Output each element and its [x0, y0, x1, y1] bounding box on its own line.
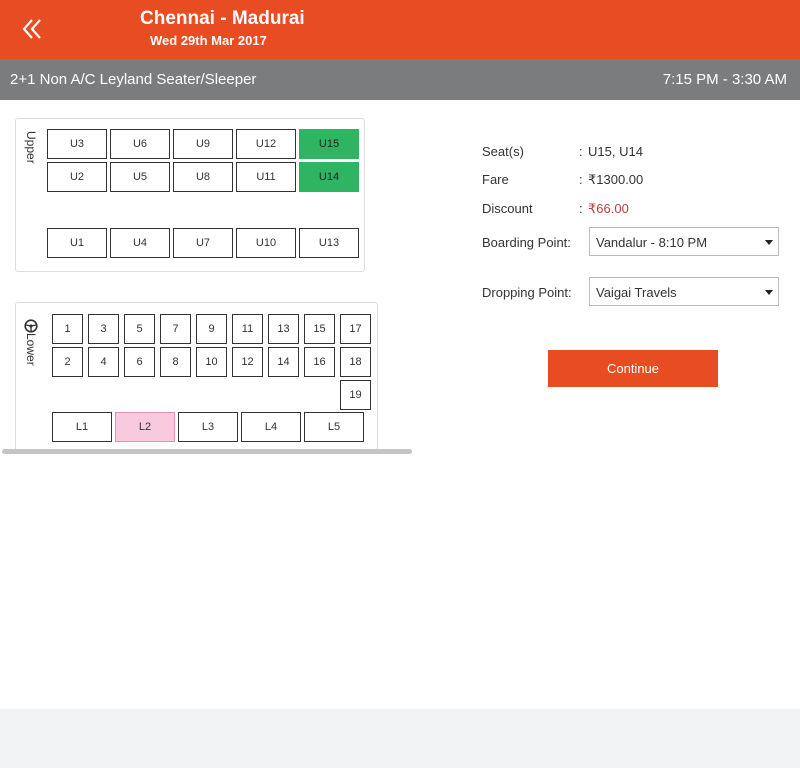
seat-11[interactable]: 11	[232, 314, 263, 344]
continue-button[interactable]: Continue	[548, 350, 718, 387]
journey-date: Wed 29th Mar 2017	[150, 33, 267, 48]
upper-deck: Upper U3 U6 U9 U12 U15 U2 U5 U8 U11 U14 …	[15, 118, 365, 272]
fare-colon: :	[579, 172, 583, 187]
fare-value: ₹1300.00	[588, 172, 644, 187]
seat-u12[interactable]: U12	[236, 129, 296, 159]
seat-u8[interactable]: U8	[173, 162, 233, 192]
seat-15[interactable]: 15	[304, 314, 335, 344]
fare-label: Fare	[482, 172, 509, 187]
seat-u10[interactable]: U10	[236, 228, 296, 258]
discount-colon: :	[579, 201, 583, 216]
bus-timing: 7:15 PM - 3:30 AM	[662, 71, 787, 88]
horizontal-scrollbar[interactable]	[2, 449, 412, 454]
boarding-point-value: Vandalur - 8:10 PM	[596, 235, 708, 250]
sleeper-l4[interactable]: L4	[241, 412, 301, 442]
dropping-point-label: Dropping Point:	[482, 285, 572, 300]
seat-9[interactable]: 9	[196, 314, 227, 344]
seat-u11[interactable]: U11	[236, 162, 296, 192]
lower-deck-label: Lower	[24, 333, 38, 366]
seats-colon: :	[579, 144, 583, 159]
seat-u6[interactable]: U6	[110, 129, 170, 159]
seat-17[interactable]: 17	[340, 314, 371, 344]
seat-u7[interactable]: U7	[173, 228, 233, 258]
seat-4[interactable]: 4	[88, 347, 119, 377]
seat-u15[interactable]: U15	[299, 129, 359, 159]
sleeper-l5[interactable]: L5	[304, 412, 364, 442]
seat-16[interactable]: 16	[304, 347, 335, 377]
sleeper-l3[interactable]: L3	[178, 412, 238, 442]
seat-3[interactable]: 3	[88, 314, 119, 344]
seats-value: U15, U14	[588, 144, 643, 159]
sleeper-l1[interactable]: L1	[52, 412, 112, 442]
discount-label: Discount	[482, 201, 533, 216]
seat-u14[interactable]: U14	[299, 162, 359, 192]
seat-u4[interactable]: U4	[110, 228, 170, 258]
seat-u5[interactable]: U5	[110, 162, 170, 192]
seat-5[interactable]: 5	[124, 314, 155, 344]
double-chevron-left-icon	[22, 19, 41, 39]
bus-type: 2+1 Non A/C Leyland Seater/Sleeper	[10, 71, 257, 88]
seat-12[interactable]: 12	[232, 347, 263, 377]
boarding-point-label: Boarding Point:	[482, 235, 571, 250]
discount-value: ₹66.00	[588, 201, 629, 216]
caret-down-icon	[765, 240, 773, 245]
seat-18[interactable]: 18	[340, 347, 371, 377]
seat-2[interactable]: 2	[52, 347, 83, 377]
seat-13[interactable]: 13	[268, 314, 299, 344]
seats-label: Seat(s)	[482, 144, 524, 159]
sleeper-l2[interactable]: L2	[115, 412, 175, 442]
upper-deck-label: Upper	[24, 131, 38, 164]
boarding-point-select[interactable]: Vandalur - 8:10 PM	[589, 227, 779, 256]
seat-u1[interactable]: U1	[47, 228, 107, 258]
seat-8[interactable]: 8	[160, 347, 191, 377]
seat-u13[interactable]: U13	[299, 228, 359, 258]
seat-1[interactable]: 1	[52, 314, 83, 344]
app-header: Chennai - Madurai Wed 29th Mar 2017	[0, 0, 800, 59]
seat-19[interactable]: 19	[340, 380, 371, 410]
lower-deck: Lower 1 3 5 7 9 11 13 15 17 2 4 6 8 10 1…	[15, 302, 378, 454]
seat-10[interactable]: 10	[196, 347, 227, 377]
seat-u2[interactable]: U2	[47, 162, 107, 192]
seat-7[interactable]: 7	[160, 314, 191, 344]
route-title: Chennai - Madurai	[140, 8, 305, 29]
seat-6[interactable]: 6	[124, 347, 155, 377]
seat-14[interactable]: 14	[268, 347, 299, 377]
bus-info-bar: 2+1 Non A/C Leyland Seater/Sleeper 7:15 …	[0, 59, 800, 100]
dropping-point-value: Vaigai Travels	[596, 285, 677, 300]
steering-wheel-icon	[24, 319, 38, 333]
caret-down-icon	[765, 290, 773, 295]
back-button[interactable]	[18, 14, 48, 44]
footer-bar	[0, 709, 800, 768]
seat-u3[interactable]: U3	[47, 129, 107, 159]
dropping-point-select[interactable]: Vaigai Travels	[589, 277, 779, 306]
seat-u9[interactable]: U9	[173, 129, 233, 159]
